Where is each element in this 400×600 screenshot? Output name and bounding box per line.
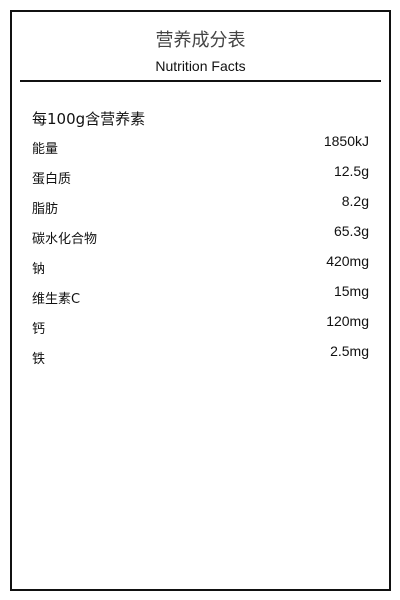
nutrient-row-protein: 蛋白质 12.5g (12, 162, 389, 192)
nutrient-row-iron: 铁 2.5mg (12, 342, 389, 372)
nutrient-value: 12.5g (333, 163, 369, 179)
header-divider (20, 80, 381, 82)
label-subtitle: Nutrition Facts (155, 58, 246, 74)
nutrient-row-calcium: 钙 120mg (12, 312, 389, 342)
nutrient-value: 120mg (326, 313, 369, 329)
nutrient-value: 1850kJ (323, 133, 369, 149)
nutrient-value: 15mg (333, 283, 369, 299)
nutrient-name: 维生素C (32, 292, 81, 307)
nutrient-row-vitamin-c: 维生素C 15mg (12, 282, 389, 312)
serving-size-heading: 每100g含营养素 (32, 110, 146, 128)
nutrient-value: 420mg (326, 253, 369, 269)
nutrient-name: 能量 (32, 142, 59, 157)
nutrient-row-energy: 能量 1850kJ (12, 132, 389, 162)
nutrient-name: 铁 (32, 352, 46, 367)
nutrient-value: 2.5mg (330, 343, 369, 359)
nutrient-name: 脂肪 (32, 202, 59, 217)
nutrition-label-card: 营养成分表 Nutrition Facts 每100g含营养素 能量 1850k… (10, 10, 391, 591)
nutrient-row-sodium: 钠 420mg (12, 252, 389, 282)
nutrient-row-carbohydrate: 碳水化合物 65.3g (12, 222, 389, 252)
nutrient-name: 碳水化合物 (32, 232, 98, 247)
nutrient-list: 能量 1850kJ 蛋白质 12.5g 脂肪 8.2g 碳水化合物 65.3g … (12, 132, 389, 372)
nutrient-row-fat: 脂肪 8.2g (12, 192, 389, 222)
label-header: 营养成分表 Nutrition Facts (12, 12, 389, 82)
nutrient-value: 65.3g (333, 223, 369, 239)
nutrient-value: 8.2g (341, 193, 369, 209)
nutrient-name: 蛋白质 (32, 172, 72, 187)
nutrient-name: 钙 (32, 322, 46, 337)
nutrient-name: 钠 (32, 262, 46, 277)
label-title: 营养成分表 (155, 30, 246, 51)
